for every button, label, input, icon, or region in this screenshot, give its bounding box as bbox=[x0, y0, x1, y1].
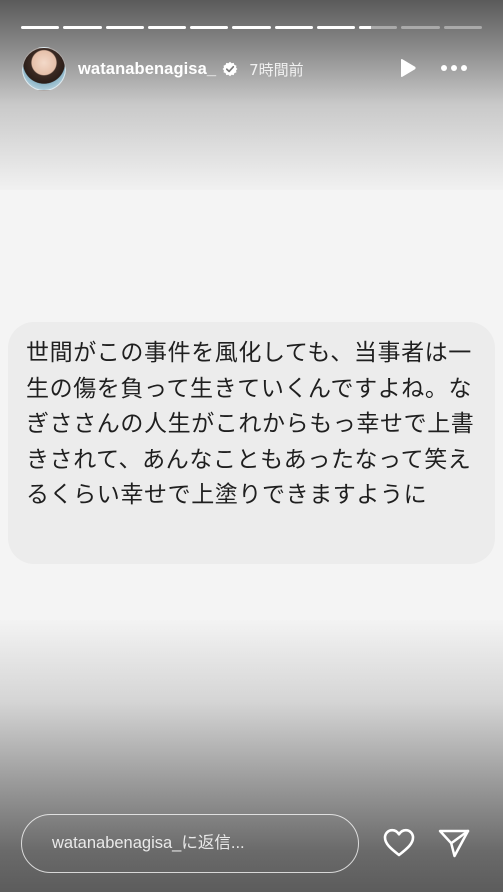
progress-segment bbox=[105, 26, 144, 29]
username[interactable]: watanabenagisa_ bbox=[78, 60, 216, 79]
share-button[interactable] bbox=[437, 826, 471, 860]
progress-segment bbox=[63, 26, 102, 29]
progress-segment bbox=[190, 26, 229, 29]
progress-segment bbox=[21, 26, 60, 29]
reply-input[interactable] bbox=[50, 833, 344, 854]
posted-time: 7時間前 bbox=[249, 60, 304, 79]
progress-segment bbox=[147, 26, 187, 29]
progress-segment bbox=[443, 26, 482, 29]
progress-segment bbox=[232, 26, 271, 29]
progress-segment-fill bbox=[359, 26, 371, 29]
progress-segment bbox=[401, 26, 440, 29]
story-progress-bar bbox=[21, 26, 482, 29]
story-header: watanabenagisa_ 7時間前 bbox=[22, 46, 483, 92]
message-text: 世間がこの事件を風化しても、当事者は一生の傷を負って生きていくんですよね。なぎさ… bbox=[26, 340, 475, 508]
progress-segment bbox=[316, 26, 356, 29]
send-icon bbox=[438, 829, 470, 858]
reply-field[interactable] bbox=[21, 814, 359, 873]
more-horizontal-icon bbox=[441, 65, 467, 71]
story-viewer: watanabenagisa_ 7時間前 世間がこの事件を風化しても、当事者は一… bbox=[0, 0, 503, 892]
like-button[interactable] bbox=[382, 827, 416, 859]
heart-icon bbox=[383, 828, 415, 857]
progress-segment bbox=[274, 26, 313, 29]
avatar[interactable] bbox=[22, 47, 66, 91]
verified-badge-icon bbox=[222, 61, 238, 77]
more-options-button[interactable] bbox=[439, 58, 469, 78]
play-button[interactable] bbox=[396, 57, 418, 79]
play-icon bbox=[401, 59, 416, 77]
progress-segment bbox=[359, 26, 398, 29]
